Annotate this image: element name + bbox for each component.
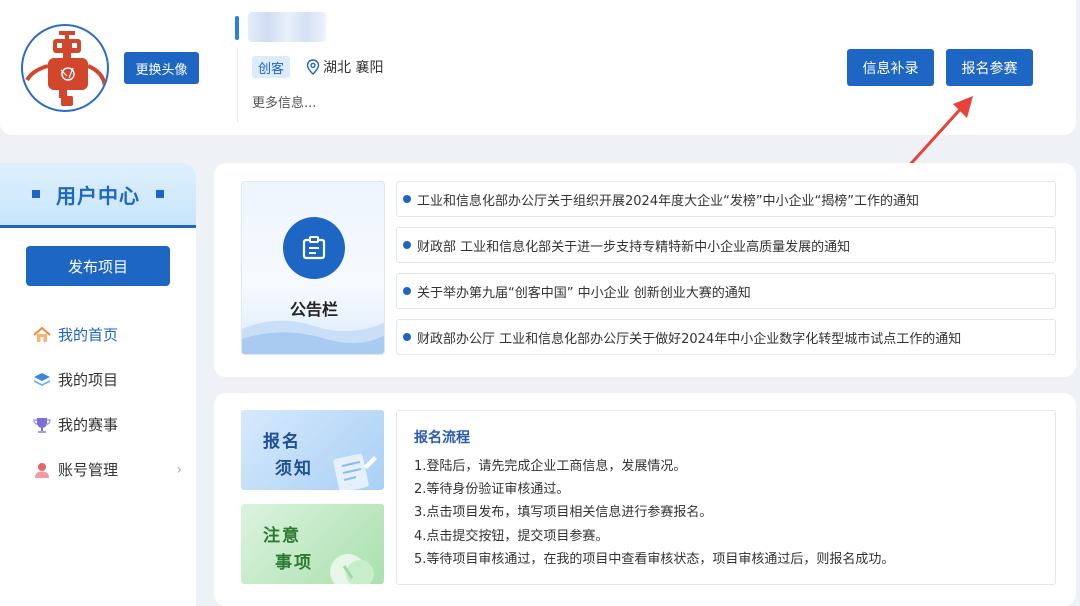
tile-label: 事项 [275,553,313,573]
document-edit-icon [333,453,377,490]
process-step: 3.点击项目发布，填写项目相关信息进行参赛报名。 [414,505,713,521]
process-step: 5.等待项目审核通过，在我的项目中查看审核状态，项目审核通过后，则报名成功。 [414,551,895,567]
notice-card: 公告栏 工业和信息化部办公厅关于组织开展2024年度大企业“发榜”中小企业“揭榜… [214,163,1076,377]
process-step: 1.登陆后，请先完成企业工商信息，发展情况。 [414,459,687,474]
notice-item-text: 关于举办第九届“创客中国” 中小企业 创新创业大赛的通知 [417,285,751,301]
process-title: 报名流程 [414,430,470,446]
layers-icon [32,370,52,390]
attention-tile[interactable]: 注意 事项 [241,504,384,584]
process-step: 2.等待身份验证审核通过。 [414,482,570,498]
publish-project-button[interactable]: 发布项目 [26,246,170,286]
sidebar: 用户中心 发布项目 我的首页 我的项目 我的赛事 账号管理 › [0,163,196,606]
registration-process: 报名流程 1.登陆后，请先完成企业工商信息，发展情况。 2.等待身份验证审核通过… [396,410,1056,585]
notice-item-text: 财政部 工业和信息化部关于进一步支持专精特新中小企业高质量发展的通知 [417,239,851,255]
registration-card: 报名 须知 注意 事项 报名流程 1.登陆后，请先完成企业工商信息，发展情况。 … [214,393,1076,606]
blurred-username [248,12,326,42]
notice-board-circle [283,217,345,279]
notice-board: 公告栏 [241,181,385,355]
location-pin-icon [306,59,320,75]
tile-label: 注意 [263,526,301,546]
bullet-dot-icon [403,333,411,341]
user-icon [32,460,52,480]
sidebar-item-projects[interactable]: 我的项目 [32,369,182,390]
role-tag: 创客 [252,56,291,78]
profile-divider [237,48,238,122]
notice-item[interactable]: 财政部 工业和信息化部关于进一步支持专精特新中小企业高质量发展的通知 [396,227,1056,263]
notice-item[interactable]: 关于举办第九届“创客中国” 中小企业 创新创业大赛的通知 [396,273,1056,309]
pill-icon [330,554,374,584]
location: 湖北 襄阳 [306,57,383,77]
clipboard-icon [302,236,326,260]
info-supplement-button[interactable]: 信息补录 [847,49,934,86]
process-step: 4.点击提交按钮，提交项目参赛。 [414,528,609,544]
sidebar-item-label: 我的赛事 [58,416,119,434]
sidebar-item-home[interactable]: 我的首页 [32,324,182,345]
signup-notice-tile[interactable]: 报名 须知 [241,410,384,490]
sidebar-item-label: 账号管理 [58,461,119,479]
avatar[interactable] [21,24,109,112]
sidebar-title: 用户中心 [56,183,140,208]
sidebar-item-label: 我的项目 [58,371,119,389]
square-deco-icon [156,190,164,198]
chevron-right-icon: › [176,461,182,478]
wave-decoration [242,320,384,354]
robot-avatar-icon [25,31,107,106]
notice-item[interactable]: 财政部办公厅 工业和信息化部办公厅关于做好2024年中小企业数字化转型城市试点工… [396,319,1056,355]
more-info-link[interactable]: 更多信息... [252,92,316,111]
square-deco-icon [32,190,40,198]
tile-label: 须知 [275,459,313,479]
tile-label: 报名 [263,432,301,452]
location-text: 湖北 襄阳 [323,60,384,76]
name-accent-bar [235,16,239,40]
bullet-dot-icon [403,195,411,203]
signup-button[interactable]: 报名参赛 [946,49,1033,86]
bullet-dot-icon [403,241,411,249]
sidebar-header: 用户中心 [0,163,196,228]
sidebar-item-label: 我的首页 [58,326,119,344]
notice-item-text: 财政部办公厅 工业和信息化部办公厅关于做好2024年中小企业数字化转型城市试点工… [417,331,962,347]
notice-item[interactable]: 工业和信息化部办公厅关于组织开展2024年度大企业“发榜”中小企业“揭榜”工作的… [396,181,1056,217]
home-icon [32,325,52,345]
trophy-icon [32,415,52,435]
sidebar-item-contests[interactable]: 我的赛事 [32,414,182,435]
sidebar-item-account[interactable]: 账号管理 › [32,459,182,480]
bullet-dot-icon [403,287,411,295]
notice-item-text: 工业和信息化部办公厅关于组织开展2024年度大企业“发榜”中小企业“揭榜”工作的… [417,193,920,209]
change-avatar-button[interactable]: 更换头像 [124,52,199,84]
